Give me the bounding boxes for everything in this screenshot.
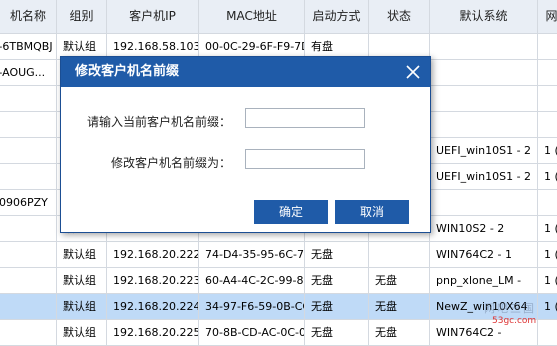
col-header-group[interactable]: 组别: [57, 0, 107, 34]
cell-nic: 1 ((: [538, 164, 557, 190]
close-icon[interactable]: [404, 63, 422, 81]
watermark-text: 网吧三国: [484, 302, 536, 315]
cell-name: 2: [0, 242, 57, 268]
cell-name: [0, 138, 57, 164]
col-header-system[interactable]: 默认系统: [430, 0, 538, 34]
cell-ip: 192.168.20.224: [107, 294, 199, 320]
col-header-ip[interactable]: 客户机IP: [107, 0, 199, 34]
col-header-boot[interactable]: 启动方式: [305, 0, 369, 34]
cell-system: [430, 34, 538, 60]
cell-nic: [538, 190, 557, 216]
dialog-title: 修改客户机名前缀: [61, 57, 430, 87]
ok-button[interactable]: 确定: [254, 200, 328, 224]
watermark-sub: 53gc.com: [492, 316, 537, 326]
cell-system: UEFI_win10S1 - 2: [430, 138, 538, 164]
rename-prefix-dialog: 修改客户机名前缀 请输入当前客户机名前缀： 修改客户机名前缀为： 确定 取消: [60, 56, 431, 233]
cell-name: 3: [0, 268, 57, 294]
cell-name: [0, 86, 57, 112]
cell-system: WIN10S2 - 2: [430, 216, 538, 242]
cell-status: 无盘: [369, 294, 430, 320]
cell-mac: 74-D4-35-95-6C-75: [199, 242, 305, 268]
current-prefix-label: 请输入当前客户机名前缀：: [86, 115, 231, 129]
cell-system: [430, 190, 538, 216]
cell-mac: 70-8B-CD-AC-0C-04: [199, 320, 305, 346]
cell-name: 4: [0, 294, 57, 320]
cell-system: UEFI_win10S1 - 2: [430, 164, 538, 190]
cell-system: [430, 86, 538, 112]
current-prefix-input[interactable]: [245, 108, 365, 128]
cancel-button[interactable]: 取消: [335, 200, 409, 224]
cell-nic: [538, 112, 557, 138]
cell-name: 2: [0, 216, 57, 242]
cell-nic: 1 ((: [538, 268, 557, 294]
cell-boot: 无盘: [305, 242, 369, 268]
cell-name: 5: [0, 320, 57, 346]
col-header-name[interactable]: 机名称: [0, 0, 57, 34]
cell-boot: 无盘: [305, 294, 369, 320]
cell-system: [430, 112, 538, 138]
cell-nic: [538, 60, 557, 86]
col-header-nic[interactable]: 网卡: [538, 0, 557, 34]
new-prefix-input[interactable]: [245, 149, 365, 169]
watermark-logo: 网吧三国 53gc.com: [478, 300, 557, 340]
cell-group: 默认组: [57, 242, 107, 268]
cell-name: [0, 112, 57, 138]
cell-name: P-AOUG...: [0, 60, 57, 86]
cell-mac: 60-A4-4C-2C-99-83: [199, 268, 305, 294]
cell-group: 默认组: [57, 268, 107, 294]
cell-system: WIN764C2 - 1: [430, 242, 538, 268]
cell-status: 无盘: [369, 320, 430, 346]
cell-name: [0, 164, 57, 190]
cell-mac: 34-97-F6-59-0B-CC: [199, 294, 305, 320]
cell-nic: 1 ((: [538, 138, 557, 164]
cell-ip: 192.168.20.225: [107, 320, 199, 346]
cell-nic: [538, 86, 557, 112]
col-header-mac[interactable]: MAC地址: [199, 0, 305, 34]
cell-group: 默认组: [57, 320, 107, 346]
table-row[interactable]: 3默认组192.168.20.22360-A4-4C-2C-99-83无盘无盘p…: [0, 268, 557, 294]
cell-nic: 1 ((: [538, 216, 557, 242]
new-prefix-label: 修改客户机名前缀为：: [110, 156, 231, 170]
cell-system: pnp_xlone_LM -: [430, 268, 538, 294]
cell-nic: [538, 34, 557, 60]
cell-boot: 无盘: [305, 320, 369, 346]
table-row[interactable]: 2默认组192.168.20.22274-D4-35-95-6C-75无盘 WIN…: [0, 242, 557, 268]
cell-boot: 无盘: [305, 268, 369, 294]
cell-group: 默认组: [57, 294, 107, 320]
cell-system: [430, 60, 538, 86]
cell-name: 60906PZY: [0, 190, 57, 216]
col-header-status[interactable]: 状态: [369, 0, 430, 34]
cell-ip: 192.168.20.222: [107, 242, 199, 268]
cell-name: P-6TBMQBJ: [0, 34, 57, 60]
table-header: 机名称 组别 客户机IP MAC地址 启动方式 状态 默认系统 网卡: [0, 0, 557, 34]
cell-nic: 1 ((: [538, 242, 557, 268]
table-row[interactable]: 4默认组192.168.20.22434-97-F6-59-0B-CC无盘无盘N…: [0, 294, 557, 320]
cell-status: 无盘: [369, 268, 430, 294]
cell-ip: 192.168.20.223: [107, 268, 199, 294]
table-row[interactable]: 5默认组192.168.20.22570-8B-CD-AC-0C-04无盘无盘W…: [0, 320, 557, 346]
cell-status: [369, 242, 430, 268]
